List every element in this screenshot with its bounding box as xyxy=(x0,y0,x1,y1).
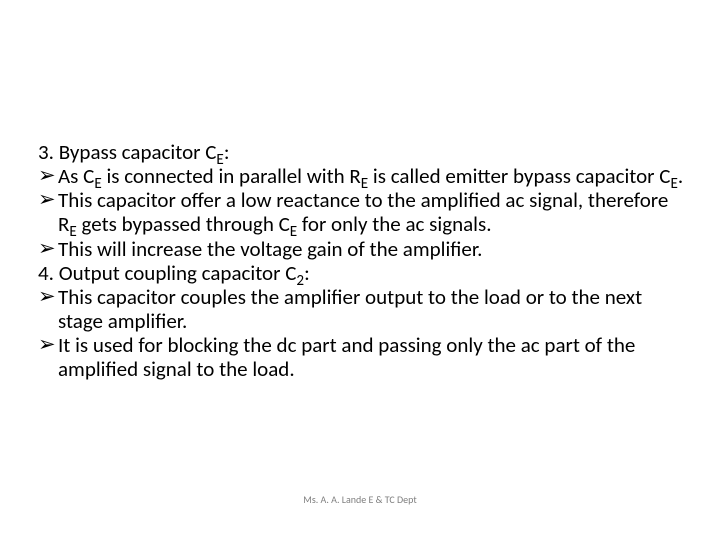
heading-4-suffix: : xyxy=(304,260,310,286)
bullet-text: As CE is connected in parallel with RE i… xyxy=(58,164,688,188)
text-run: is called emitter bypass capacitor C xyxy=(368,163,670,189)
bullet-text: It is used for blocking the dc part and … xyxy=(58,333,688,381)
bullet-marker-icon: ➢ xyxy=(38,285,58,309)
bullet-item: ➢As CE is connected in parallel with RE … xyxy=(38,164,688,188)
content-block: 3. Bypass capacitor CE: ➢As CE is connec… xyxy=(38,140,688,381)
bullets-section-4: ➢This capacitor couples the amplifier ou… xyxy=(38,285,688,382)
text-run: for only the ac signals. xyxy=(297,211,491,237)
bullets-section-3: ➢As CE is connected in parallel with RE … xyxy=(38,164,688,261)
text-run: This capacitor couples the amplifier out… xyxy=(58,284,642,334)
bullet-text: This capacitor offer a low reactance to … xyxy=(58,188,688,236)
bullet-marker-icon: ➢ xyxy=(38,188,58,212)
bullet-item: ➢This will increase the voltage gain of … xyxy=(38,237,688,261)
text-run: This will increase the voltage gain of t… xyxy=(58,236,482,262)
bullet-marker-icon: ➢ xyxy=(38,237,58,261)
bullet-marker-icon: ➢ xyxy=(38,164,58,188)
bullet-marker-icon: ➢ xyxy=(38,333,58,357)
bullet-item: ➢It is used for blocking the dc part and… xyxy=(38,333,688,381)
text-run: It is used for blocking the dc part and … xyxy=(58,332,635,382)
bullet-text: This capacitor couples the amplifier out… xyxy=(58,285,688,333)
heading-4-prefix: 4. Output coupling capacitor C xyxy=(38,260,296,286)
heading-4: 4. Output coupling capacitor C2: xyxy=(38,261,688,285)
bullet-item: ➢This capacitor couples the amplifier ou… xyxy=(38,285,688,333)
footer-text: Ms. A. A. Lande E & TC Dept xyxy=(0,493,720,506)
slide: 3. Bypass capacitor CE: ➢As CE is connec… xyxy=(0,0,720,540)
heading-3: 3. Bypass capacitor CE: xyxy=(38,140,688,164)
text-run: gets bypassed through C xyxy=(77,211,290,237)
heading-3-prefix: 3. Bypass capacitor C xyxy=(38,139,216,165)
bullet-item: ➢This capacitor offer a low reactance to… xyxy=(38,188,688,236)
text-run: . xyxy=(678,163,683,189)
heading-3-suffix: : xyxy=(224,139,230,165)
text-run: is connected in parallel with R xyxy=(102,163,361,189)
bullet-text: This will increase the voltage gain of t… xyxy=(58,237,688,261)
text-run: As C xyxy=(58,163,94,189)
